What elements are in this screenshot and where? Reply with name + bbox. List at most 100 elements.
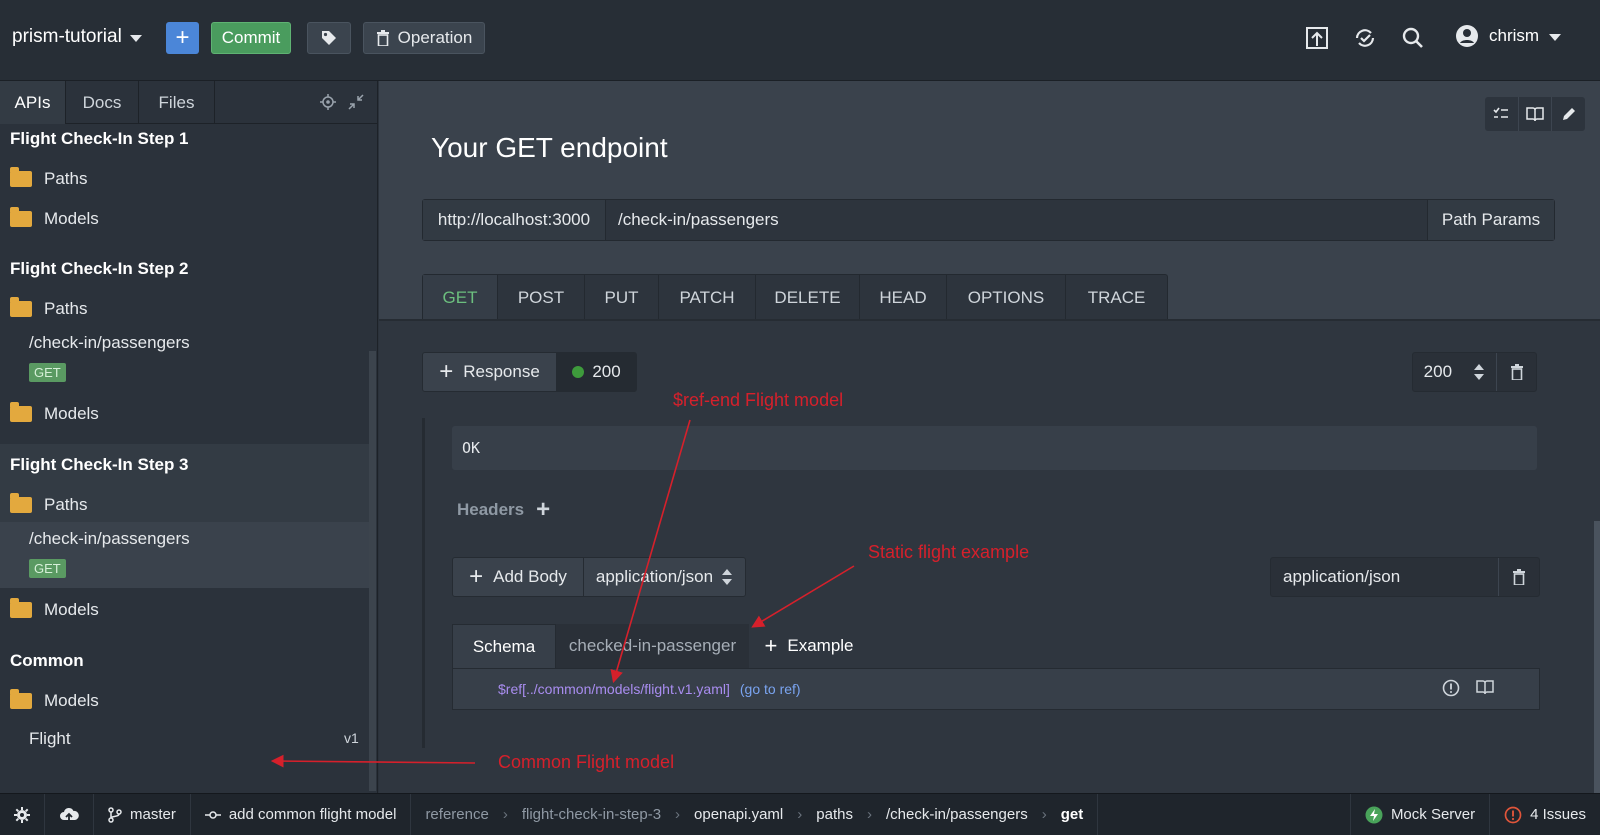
last-commit[interactable]: add common flight model xyxy=(191,793,412,835)
pencil-icon xyxy=(1562,108,1575,120)
add-body-button[interactable]: + Add Body xyxy=(453,558,584,596)
add-response-button[interactable]: + Response xyxy=(423,353,557,391)
content-type-input[interactable]: application/json xyxy=(1271,558,1499,596)
schema-ref[interactable]: $ref[../common/models/flight.v1.yaml] xyxy=(498,681,730,697)
delete-response-button[interactable] xyxy=(1497,353,1536,391)
tree-label: Paths xyxy=(44,169,88,188)
gear-icon xyxy=(14,806,30,823)
tab-docs[interactable]: Docs xyxy=(66,81,139,124)
group-title[interactable]: Flight Check-In Step 3 xyxy=(10,455,189,475)
mock-server-button[interactable]: Mock Server xyxy=(1349,793,1491,835)
annotation-ref-end: $ref-end Flight model xyxy=(673,390,844,410)
main-scrollbar[interactable] xyxy=(1594,521,1600,793)
schema-actions xyxy=(1442,679,1494,697)
checklist-button[interactable] xyxy=(1485,97,1519,131)
edit-button[interactable] xyxy=(1552,97,1585,131)
headers-section[interactable]: Headers + xyxy=(457,498,550,522)
tab-trace[interactable]: TRACE xyxy=(1066,275,1167,320)
body-type-select[interactable]: application/json xyxy=(584,558,745,596)
breadcrumb-item[interactable]: /check-in/passengers xyxy=(886,806,1028,823)
server-host[interactable]: http://localhost:3000 xyxy=(423,200,606,240)
sidebar-tabs: APIs Docs Files xyxy=(0,81,377,124)
tree-folder-models[interactable]: Models xyxy=(0,205,370,233)
tab-get[interactable]: GET xyxy=(423,275,498,320)
branch-selector[interactable]: master xyxy=(94,793,191,835)
tree-folder-models[interactable]: Models xyxy=(0,596,370,624)
path-params-button[interactable]: Path Params xyxy=(1427,200,1554,240)
commit-button[interactable]: Commit xyxy=(211,22,291,54)
collapse-icon[interactable] xyxy=(348,94,364,110)
project-selector[interactable]: prism-tutorial xyxy=(12,26,142,48)
headers-label: Headers xyxy=(457,500,525,519)
publish-button[interactable] xyxy=(1303,24,1331,52)
tab-delete[interactable]: DELETE xyxy=(756,275,860,320)
breadcrumb-item[interactable]: flight-check-in-step-3 xyxy=(522,806,661,823)
tag-button[interactable] xyxy=(307,22,351,54)
sync-cloud-button[interactable] xyxy=(45,793,94,835)
tree-folder-paths[interactable]: Paths xyxy=(0,491,370,519)
breadcrumb-item[interactable]: openapi.yaml xyxy=(694,806,783,823)
add-button[interactable]: + xyxy=(166,22,199,54)
branch-icon xyxy=(108,806,122,823)
tab-head[interactable]: HEAD xyxy=(860,275,947,320)
delete-body-button[interactable] xyxy=(1499,558,1539,596)
tab-options[interactable]: OPTIONS xyxy=(947,275,1066,320)
sidebar-scrollbar[interactable] xyxy=(369,351,376,791)
breadcrumb: reference › flight-check-in-step-3 › opena… xyxy=(411,793,1099,835)
path-input[interactable]: /check-in/passengers xyxy=(606,200,1427,240)
trash-icon xyxy=(1510,364,1523,380)
body-type-value: application/json xyxy=(595,567,714,586)
tree-folder-paths[interactable]: Paths xyxy=(0,295,370,323)
operation-button[interactable]: Operation xyxy=(363,22,485,54)
status-code-input[interactable]: 200 xyxy=(1413,353,1497,391)
tab-example-checked-in-passenger[interactable]: checked-in-passenger xyxy=(556,624,749,668)
chevron-right-icon: › xyxy=(1041,806,1047,823)
chevron-right-icon: › xyxy=(675,806,681,823)
breadcrumb-item[interactable]: get xyxy=(1061,806,1084,823)
tab-post[interactable]: POST xyxy=(498,275,585,320)
content-type-field: application/json xyxy=(1270,557,1540,597)
plus-icon[interactable]: + xyxy=(536,498,550,522)
method-tabs: GET POST PUT PATCH DELETE HEAD OPTIONS T… xyxy=(422,274,1168,320)
method-badge[interactable]: GET xyxy=(29,559,66,578)
plus-icon: + xyxy=(764,633,778,658)
issues-button[interactable]: 4 Issues xyxy=(1490,794,1600,835)
tree-model-item[interactable]: Flight xyxy=(0,727,370,751)
docs-view-button[interactable] xyxy=(1519,97,1553,131)
url-bar: http://localhost:3000 /check-in/passenge… xyxy=(422,199,1555,241)
user-menu[interactable]: chrism xyxy=(1455,24,1562,48)
settings-button[interactable] xyxy=(0,793,45,835)
group-title[interactable]: Flight Check-In Step 1 xyxy=(10,129,189,149)
tab-patch[interactable]: PATCH xyxy=(659,275,756,320)
breadcrumb-item[interactable]: reference xyxy=(425,806,488,823)
response-description[interactable]: OK xyxy=(452,426,1537,470)
tree-label: Paths xyxy=(44,299,88,318)
tree-path-item[interactable]: /check-in/passengers xyxy=(0,527,370,551)
group-title[interactable]: Common xyxy=(10,651,84,671)
locate-icon[interactable] xyxy=(320,94,336,110)
chevron-right-icon: › xyxy=(866,806,872,823)
project-name: prism-tutorial xyxy=(12,26,122,47)
tab-apis[interactable]: APIs xyxy=(0,81,66,124)
breadcrumb-item[interactable]: paths xyxy=(816,806,853,823)
tab-files[interactable]: Files xyxy=(139,81,215,124)
sync-button[interactable] xyxy=(1351,24,1379,52)
tree-folder-models[interactable]: Models xyxy=(0,400,370,428)
tab-put[interactable]: PUT xyxy=(585,275,659,320)
add-example-button[interactable]: + Example xyxy=(749,624,869,668)
tree-folder-models[interactable]: Models xyxy=(0,687,370,715)
search-button[interactable] xyxy=(1399,24,1427,52)
tab-schema[interactable]: Schema xyxy=(452,624,556,668)
tree-folder-paths[interactable]: Paths xyxy=(0,165,370,193)
response-code-tab[interactable]: 200 xyxy=(557,353,636,391)
view-toolbar xyxy=(1485,97,1585,131)
group-title[interactable]: Flight Check-In Step 2 xyxy=(10,259,189,279)
method-badge[interactable]: GET xyxy=(29,363,66,382)
book-icon[interactable] xyxy=(1476,679,1494,695)
page-title[interactable]: Your GET endpoint xyxy=(431,132,668,164)
tree-path-item[interactable]: /check-in/passengers xyxy=(0,331,370,355)
add-body-group: + Add Body application/json xyxy=(452,557,746,597)
tree-label: /check-in/passengers xyxy=(29,529,190,548)
info-icon[interactable] xyxy=(1442,679,1460,697)
go-to-ref-link[interactable]: (go to ref) xyxy=(740,681,801,697)
